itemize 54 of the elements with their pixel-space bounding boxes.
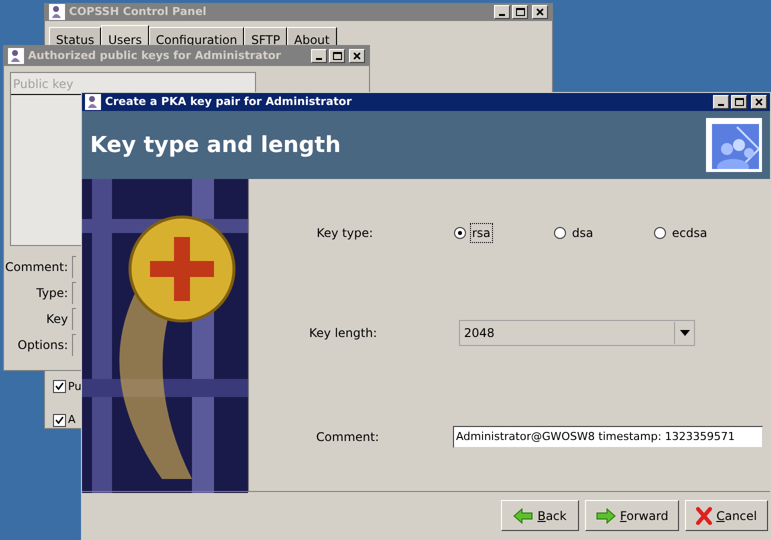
maximize-icon xyxy=(734,98,744,106)
radio-option[interactable]: dsa xyxy=(554,223,654,244)
radio-button[interactable] xyxy=(654,227,666,240)
checkbox-label: A xyxy=(68,412,76,428)
minimize-button[interactable] xyxy=(311,49,327,63)
app-icon xyxy=(8,48,24,64)
app-icon xyxy=(49,4,65,20)
field-label: Comment: xyxy=(5,258,68,276)
close-icon xyxy=(353,52,361,60)
right-arrow-icon xyxy=(596,508,616,524)
input-field[interactable] xyxy=(72,334,76,356)
tab[interactable]: Users xyxy=(101,24,149,46)
maximize-button[interactable] xyxy=(512,5,528,20)
key-length-dropdown[interactable]: 2048 xyxy=(459,320,695,346)
maximize-icon xyxy=(332,52,342,60)
maximize-icon xyxy=(516,8,524,16)
page-heading: Key type and length xyxy=(90,132,341,160)
close-icon xyxy=(536,8,544,16)
cancel-button[interactable]: Cancel xyxy=(685,500,768,531)
radio-button[interactable] xyxy=(554,227,566,240)
close-button[interactable] xyxy=(532,5,548,20)
dropdown-arrow-icon xyxy=(680,330,690,336)
field-label: Options: xyxy=(18,336,68,354)
close-button[interactable] xyxy=(751,95,767,109)
maximize-button[interactable] xyxy=(731,95,747,109)
close-button[interactable] xyxy=(349,49,365,63)
input-field[interactable] xyxy=(72,256,76,278)
back-button[interactable]: Back xyxy=(501,500,580,531)
checkbox[interactable] xyxy=(53,414,66,427)
checkbox[interactable] xyxy=(53,380,66,394)
close-icon xyxy=(755,98,763,106)
app-icon xyxy=(85,94,101,110)
field-label: Key xyxy=(46,310,68,328)
radio-option[interactable]: rsa xyxy=(454,223,554,244)
people-icon xyxy=(706,118,762,172)
key-type-label: Key type: xyxy=(316,225,373,242)
radio-button[interactable] xyxy=(454,227,466,240)
key-length-label: Key length: xyxy=(308,324,377,342)
left-arrow-icon xyxy=(513,508,534,524)
window-title: COPSSH Control Panel xyxy=(69,4,206,20)
comment-label: Comment: xyxy=(315,428,379,446)
forward-button[interactable]: Forward xyxy=(585,500,680,531)
checkbox-label: Pu xyxy=(68,378,82,394)
radio-option[interactable]: ecdsa xyxy=(654,223,754,244)
minimize-button[interactable] xyxy=(494,5,510,20)
comment-field[interactable]: Administrator@GWOSW8 timestamp: 1323359571 xyxy=(453,426,763,448)
window-title: Authorized public keys for Administrator xyxy=(28,48,281,64)
cancel-icon xyxy=(696,506,712,524)
field-label: Type: xyxy=(36,284,68,302)
input-field[interactable] xyxy=(72,282,76,304)
minimize-button[interactable] xyxy=(713,95,729,109)
input-field[interactable] xyxy=(72,308,76,330)
maximize-button[interactable] xyxy=(329,49,345,63)
window-title: Create a PKA key pair for Administrator xyxy=(105,94,352,110)
